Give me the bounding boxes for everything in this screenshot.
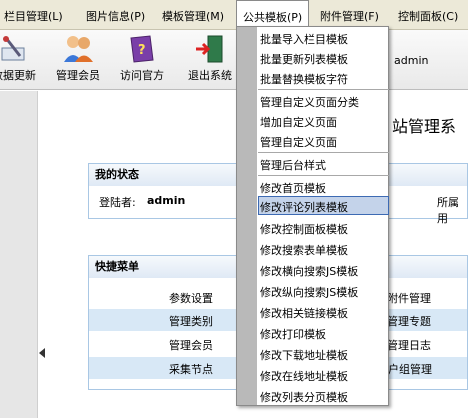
quick-link-settings[interactable]: 参数设置 — [169, 290, 213, 306]
svg-text:?: ? — [138, 43, 146, 58]
menu-item-add-custom-page[interactable]: 增加自定义页面 — [258, 111, 388, 130]
menu-item-batch-update-list-template[interactable]: 批量更新列表模板 — [258, 48, 388, 67]
wrench-icon — [1, 36, 25, 61]
menu-item-edit-search-form-template[interactable]: 修改搜索表单模板 — [258, 239, 388, 258]
menu-separator — [258, 89, 389, 90]
menu-image-info[interactable]: 图片信息(P) — [86, 8, 145, 24]
quick-link-collect-node[interactable]: 采集节点 — [169, 361, 213, 377]
menu-item-edit-print-template[interactable]: 修改打印模板 — [258, 323, 388, 342]
menu-item-edit-vertical-search-js-template[interactable]: 修改纵向搜索JS模板 — [258, 281, 388, 300]
menu-item-edit-list-pagination-template[interactable]: 修改列表分页模板 — [258, 386, 388, 405]
menu-attachment-manage[interactable]: 附件管理(F) — [320, 8, 379, 24]
quick-link-log[interactable]: 管理日志 — [387, 337, 431, 353]
menu-item-batch-replace-template-string[interactable]: 批量替换模板字符 — [258, 68, 388, 87]
menu-item-edit-online-url-template[interactable]: 修改在线地址模板 — [258, 365, 388, 384]
page-title: 站管理系 — [392, 117, 457, 136]
menu-separator — [258, 152, 389, 153]
help-book-icon: ? — [130, 35, 154, 63]
quick-link-attachment[interactable]: 附件管理 — [387, 290, 431, 306]
data-update-label: 数据更新 — [0, 69, 36, 82]
menu-gutter — [237, 27, 257, 405]
login-label: 登陆者: — [99, 196, 136, 209]
common-template-dropdown: 批量导入栏目模板 批量更新列表模板 批量替换模板字符 管理自定义页面分类 增加自… — [236, 26, 389, 406]
menu-item-edit-control-panel-template[interactable]: 修改控制面板模板 — [258, 218, 388, 237]
menu-bar: 栏目管理(L) 图片信息(P) 模板管理(M) 公共模板(P) 附件管理(F) … — [0, 0, 468, 30]
logout-label: 退出系统 — [188, 69, 232, 82]
menu-item-manage-admin-style[interactable]: 管理后台样式 — [258, 154, 388, 173]
menu-template-manage[interactable]: 模板管理(M) — [162, 8, 224, 24]
menu-item-edit-home-template[interactable]: 修改首页模板 — [258, 177, 388, 196]
data-update-button[interactable]: 数据更新 — [0, 34, 40, 83]
menu-item-edit-related-links-template[interactable]: 修改相关链接模板 — [258, 302, 388, 321]
visit-official-button[interactable]: ? 访问官方 — [116, 34, 168, 83]
menu-item-edit-comment-list-template[interactable]: 修改评论列表模板 — [258, 196, 389, 215]
quick-link-members[interactable]: 管理会员 — [169, 337, 213, 353]
toolbar: 数据更新 管理会员 ? 访问官方 退出系统 admin — [0, 30, 468, 90]
login-value: admin — [147, 194, 186, 207]
users-icon — [64, 36, 93, 62]
logout-button[interactable]: 退出系统 — [183, 34, 237, 83]
current-user-name: admin — [394, 54, 429, 67]
manage-members-button[interactable]: 管理会员 — [52, 34, 104, 83]
user-group-label: 所属用 — [437, 196, 459, 225]
menu-column-manage[interactable]: 栏目管理(L) — [4, 8, 63, 24]
menu-item-manage-custom-page-category[interactable]: 管理自定义页面分类 — [258, 91, 388, 110]
menu-item-edit-download-url-template[interactable]: 修改下载地址模板 — [258, 344, 388, 363]
menu-control-panel[interactable]: 控制面板(C) — [398, 8, 458, 24]
left-sidebar-strip — [0, 91, 38, 418]
exit-door-icon — [196, 35, 223, 63]
menu-separator — [258, 175, 389, 176]
menu-item-edit-horizontal-search-js-template[interactable]: 修改横向搜索JS模板 — [258, 260, 388, 279]
menu-item-manage-custom-page[interactable]: 管理自定义页面 — [258, 131, 388, 150]
quick-link-category[interactable]: 管理类别 — [169, 313, 213, 329]
manage-members-label: 管理会员 — [56, 69, 100, 82]
visit-official-label: 访问官方 — [120, 69, 164, 82]
menu-item-batch-import-column-template[interactable]: 批量导入栏目模板 — [258, 28, 388, 47]
quick-link-topic[interactable]: 管理专题 — [387, 313, 431, 329]
